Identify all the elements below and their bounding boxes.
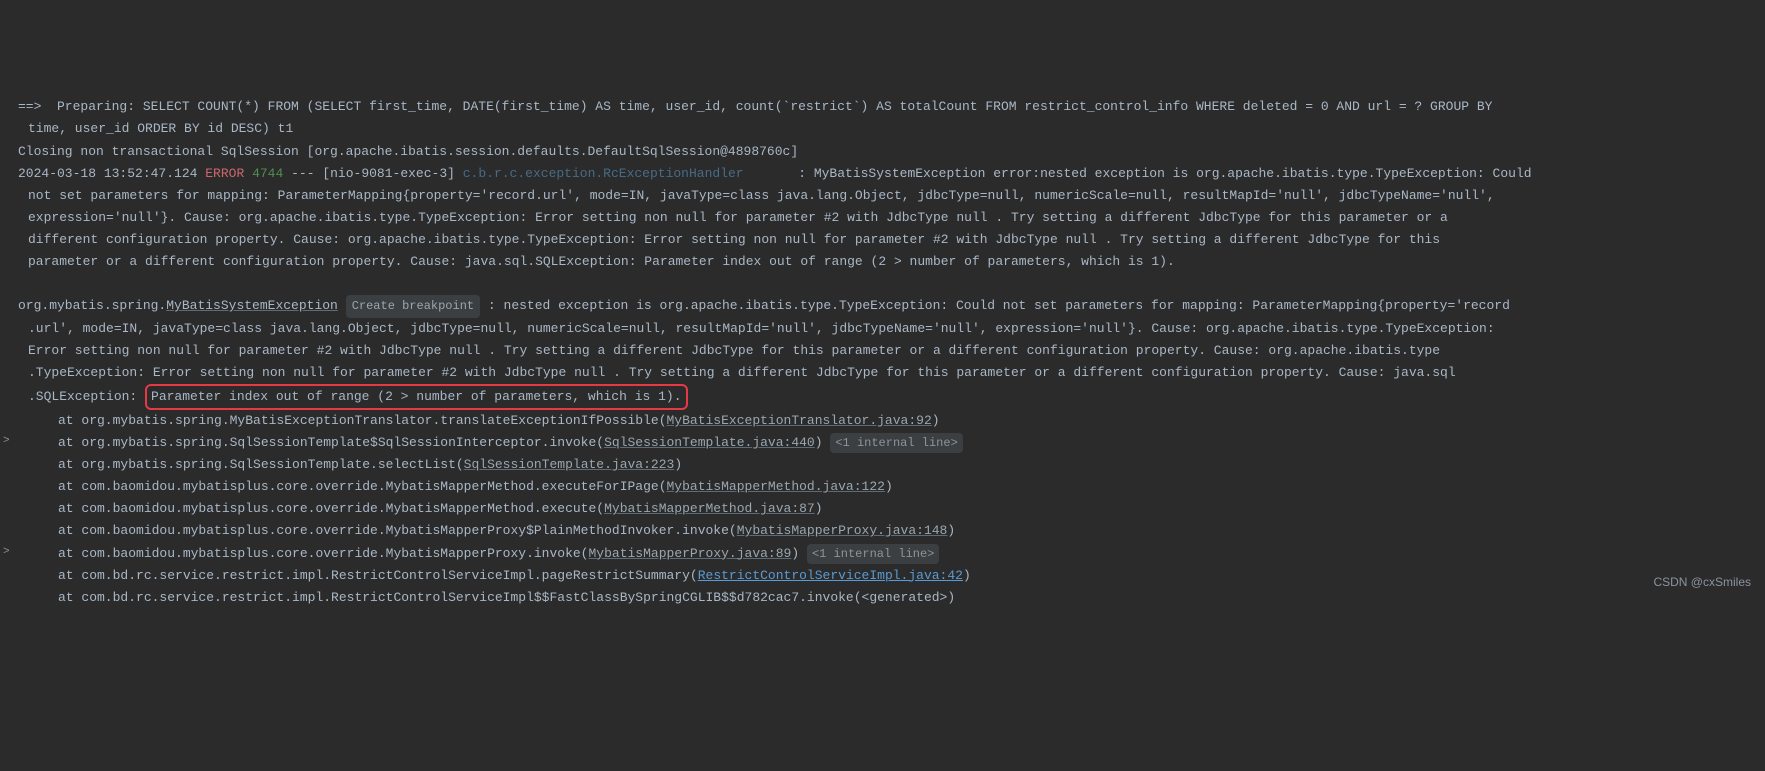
stack-frame: >at org.mybatis.spring.SqlSessionTemplat…: [18, 432, 1765, 454]
stack-frame: at com.bd.rc.service.restrict.impl.Restr…: [18, 565, 1765, 587]
internal-lines-badge[interactable]: <1 internal line>: [830, 433, 962, 453]
exception-message: .TypeException: Error setting non null f…: [18, 362, 1765, 384]
stack-source-link[interactable]: MybatisMapperMethod.java:87: [604, 501, 815, 516]
exception-message: Error setting non null for parameter #2 …: [18, 340, 1765, 362]
log-level: ERROR: [205, 166, 244, 181]
sql-prepare-cont: time, user_id ORDER BY id DESC) t1: [18, 118, 1765, 140]
exception-message: .url', mode=IN, javaType=class java.lang…: [18, 318, 1765, 340]
internal-lines-badge[interactable]: <1 internal line>: [807, 544, 939, 564]
log-message-cont: not set parameters for mapping: Paramete…: [18, 185, 1765, 207]
stack-frame: at com.baomidou.mybatisplus.core.overrid…: [18, 498, 1765, 520]
log-thread: [nio-9081-exec-3]: [322, 166, 455, 181]
console-log: ==> Preparing: SELECT COUNT(*) FROM (SEL…: [18, 96, 1765, 608]
fold-arrow-icon[interactable]: >: [3, 543, 10, 562]
stack-frame: at com.baomidou.mybatisplus.core.overrid…: [18, 520, 1765, 542]
log-message-cont: parameter or a different configuration p…: [18, 251, 1765, 273]
log-timestamp: 2024-03-18 13:52:47.124: [18, 166, 197, 181]
stack-source-link[interactable]: MyBatisExceptionTranslator.java:92: [667, 413, 932, 428]
create-breakpoint-badge[interactable]: Create breakpoint: [346, 295, 480, 317]
fold-arrow-icon[interactable]: >: [3, 432, 10, 451]
exception-class-link[interactable]: MyBatisSystemException: [166, 298, 338, 313]
exception-message: .SQLException: Parameter index out of ra…: [18, 384, 1765, 410]
sql-prepare-line: ==> Preparing: SELECT COUNT(*) FROM (SEL…: [18, 99, 1492, 114]
stack-source-link[interactable]: MybatisMapperProxy.java:89: [589, 546, 792, 561]
stack-source-link[interactable]: SqlSessionTemplate.java:440: [604, 435, 815, 450]
log-message-cont: expression='null'}. Cause: org.apache.ib…: [18, 207, 1765, 229]
stack-source-link[interactable]: RestrictControlServiceImpl.java:42: [698, 568, 963, 583]
log-message-cont: different configuration property. Cause:…: [18, 229, 1765, 251]
watermark: CSDN @cxSmiles: [1653, 572, 1751, 592]
stack-frame: at com.bd.rc.service.restrict.impl.Restr…: [18, 587, 1765, 609]
stack-frame: >at com.baomidou.mybatisplus.core.overri…: [18, 543, 1765, 565]
log-message: MyBatisSystemException error:nested exce…: [814, 166, 1532, 181]
session-close-line: Closing non transactional SqlSession [or…: [18, 144, 798, 159]
exception-header: org.mybatis.spring.MyBatisSystemExceptio…: [18, 298, 1510, 313]
stack-frame: at org.mybatis.spring.SqlSessionTemplate…: [18, 454, 1765, 476]
stack-source-link[interactable]: MybatisMapperMethod.java:122: [667, 479, 885, 494]
log-logger[interactable]: c.b.r.c.exception.RcExceptionHandler: [463, 166, 744, 181]
stack-source-link[interactable]: MybatisMapperProxy.java:148: [737, 523, 948, 538]
log-pid: 4744: [252, 166, 283, 181]
stack-source-link[interactable]: SqlSessionTemplate.java:223: [464, 457, 675, 472]
stack-frame: at com.baomidou.mybatisplus.core.overrid…: [18, 476, 1765, 498]
stack-frame: at org.mybatis.spring.MyBatisExceptionTr…: [18, 410, 1765, 432]
error-highlight-box: Parameter index out of range (2 > number…: [145, 384, 688, 410]
